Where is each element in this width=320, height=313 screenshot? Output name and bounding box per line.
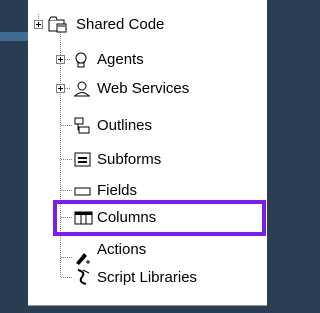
tree-item-fields[interactable]: Fields <box>28 180 267 202</box>
background-edge <box>267 0 269 313</box>
tree-item-agents[interactable]: Agents <box>28 49 267 71</box>
tree-item-label: Outlines <box>97 117 153 134</box>
tree-item-label: Script Libraries <box>97 269 198 286</box>
outline-icon <box>74 117 92 139</box>
tree-item-label: Actions <box>97 241 147 258</box>
tree-item-web-services[interactable]: Web Services <box>28 78 267 100</box>
tree-item-shared-code[interactable]: Shared Code <box>28 14 267 36</box>
tree-item-label: Shared Code <box>76 16 165 33</box>
tree-item-label: Web Services <box>97 80 190 97</box>
tree-item-label: Agents <box>97 51 144 68</box>
script-library-icon <box>74 268 92 290</box>
agent-lightbulb-icon <box>73 51 89 73</box>
tree-item-label: Fields <box>97 182 138 199</box>
expand-toggle-icon[interactable] <box>56 84 65 93</box>
tree-item-subforms[interactable]: Subforms <box>28 149 267 171</box>
tree-item-label: Columns <box>97 209 157 226</box>
field-icon <box>74 182 92 204</box>
design-tree: Shared Code Agents Web Services Outlines… <box>28 0 267 306</box>
expand-toggle-icon[interactable] <box>56 55 65 64</box>
tree-item-script-libraries[interactable]: Script Libraries <box>28 264 267 286</box>
tree-item-outlines[interactable]: Outlines <box>28 115 267 137</box>
columns-icon <box>74 209 94 231</box>
tree-item-label: Subforms <box>97 151 162 168</box>
background-panel <box>0 0 28 313</box>
tree-item-columns[interactable]: Columns <box>28 207 267 229</box>
web-service-icon <box>72 80 92 102</box>
expand-toggle-icon[interactable] <box>34 20 43 29</box>
subform-icon <box>74 151 92 173</box>
shared-code-folder-icon <box>48 16 68 38</box>
